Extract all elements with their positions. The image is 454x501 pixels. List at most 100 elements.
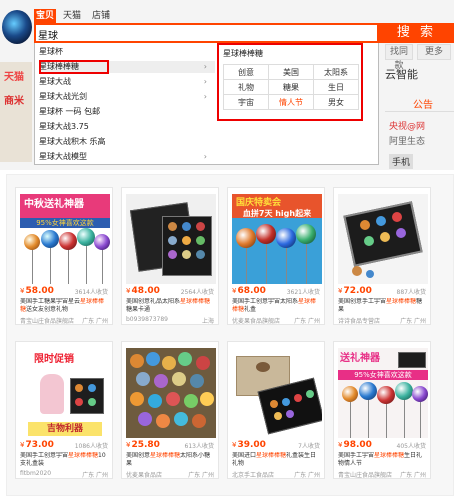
shop-name[interactable]: 优麦果食品店 <box>126 470 162 479</box>
sub-panel-title: 星球棒棒糖 <box>223 49 263 58</box>
planet <box>182 236 191 245</box>
shop-name[interactable]: 诗诗食品专营店 <box>338 316 380 325</box>
shop-name[interactable]: fitbm2020 <box>20 470 51 477</box>
planet-lollipop <box>377 386 395 404</box>
suggestion-item[interactable]: 星球杯 一码 包邮 <box>39 106 215 118</box>
product-image[interactable]: 中秋送礼神器 95%女神喜欢这款 <box>20 194 110 284</box>
sub-suggestion-cell[interactable]: 宇宙 <box>223 94 269 110</box>
sold-count: 1086人收货 <box>74 443 108 450</box>
search-input[interactable] <box>38 26 338 42</box>
candy <box>184 394 198 408</box>
stick <box>68 244 69 284</box>
find-same-button[interactable]: 找同款 <box>385 44 413 71</box>
tab-notice[interactable]: 公告 <box>413 96 433 111</box>
shop-name[interactable]: 优麦果食品旗舰店 <box>232 316 280 325</box>
product-title[interactable]: 美国手工创意宇宙太阳系星球棒棒糖礼盒 <box>232 298 322 314</box>
candy <box>196 356 210 370</box>
search-button[interactable]: 搜 索 <box>379 23 454 43</box>
tab-shop[interactable]: 店铺 <box>88 9 114 23</box>
shop-name[interactable]: 北京手工食品店 <box>232 470 274 479</box>
product-image[interactable]: 限时促销 吉物利器 <box>20 348 110 438</box>
search-box <box>34 23 379 43</box>
product-card[interactable]: ¥48.00 2564人收货 美国创意礼品太阳系星球棒棒糖糖果卡通 b09398… <box>121 187 219 325</box>
product-image[interactable]: 送礼神器 95%女神喜欢这款 <box>338 348 428 438</box>
suggestion-item[interactable]: 星球大战3.75 <box>39 121 215 133</box>
tab-tmall[interactable]: 天猫 <box>60 9 84 23</box>
candy <box>190 374 204 388</box>
product-price: ¥48.00 <box>126 286 160 296</box>
promo-title: 限时促销 <box>34 354 74 365</box>
sub-suggestion-cell[interactable]: 美国 <box>268 64 314 80</box>
shop-location: 广东 广州 <box>82 472 108 479</box>
notice-line[interactable]: 央视@网 <box>389 119 425 132</box>
more-button[interactable]: 更多 <box>417 44 451 60</box>
planet <box>196 250 205 259</box>
candy <box>162 356 176 370</box>
shop-name[interactable]: 青宝山庄食品旗舰店 <box>20 316 74 325</box>
sold-count: 887人收货 <box>396 289 426 296</box>
candy <box>146 352 160 366</box>
product-card[interactable]: 中秋送礼神器 95%女神喜欢这款 ¥58.00 3614人收货 美国手工糖果宇宙… <box>15 187 113 325</box>
product-price: ¥68.00 <box>232 286 266 296</box>
sub-suggestion-cell[interactable]: 礼物 <box>223 79 269 95</box>
product-title[interactable]: 美国创意手工宇宙星球棒棒糖糖果 <box>338 298 428 314</box>
sold-count: 3621人收货 <box>286 289 320 296</box>
product-card[interactable]: ¥39.00 7人收货 美国进口星球棒棒糖礼盒装生日礼物 北京手工食品店 广东 … <box>227 341 325 479</box>
planet <box>168 250 177 259</box>
product-image[interactable] <box>338 194 428 284</box>
planet <box>88 384 96 392</box>
sub-suggestion-cell[interactable]: 太阳系 <box>313 64 359 80</box>
left-banner[interactable]: 天猫 商米 <box>0 62 32 162</box>
chevron-right-icon: › <box>203 92 207 101</box>
suggestion-item[interactable]: 星球大战积木 乐高 <box>39 136 215 148</box>
planet-lollipop <box>77 228 95 246</box>
suggestion-item[interactable]: 星球大战模型 › <box>39 151 215 163</box>
product-title[interactable]: 美国创意礼品太阳系星球棒棒糖糖果卡通 <box>126 298 216 314</box>
product-title[interactable]: 美国创意星球棒棒糖太阳系小糖果 <box>126 452 216 468</box>
planet-lollipop <box>41 230 59 248</box>
planet-lollipop <box>236 228 256 248</box>
sub-suggestion-cell[interactable]: 男女 <box>313 94 359 110</box>
suggestion-item[interactable]: 星球杯 <box>39 46 215 58</box>
planet-lollipop <box>256 224 276 244</box>
chevron-right-icon: › <box>203 152 207 161</box>
candy <box>138 412 152 426</box>
bow-icon <box>256 362 270 372</box>
left-banner-text: 天猫 <box>4 72 24 83</box>
product-image[interactable]: 国庆特卖会 血拼7天 high起来 <box>232 194 322 284</box>
promo-title: 中秋送礼神器 <box>24 199 84 210</box>
notice-line[interactable]: 阿里生态 <box>389 134 425 147</box>
product-card[interactable]: 国庆特卖会 血拼7天 high起来 ¥68.00 3621人收货 美国手工创意宇… <box>227 187 325 325</box>
suggestion-item[interactable]: 星球大战 › <box>39 76 215 88</box>
product-card[interactable]: 限时促销 吉物利器 ¥73.00 1086人收货 美国手工创意宇宙星球棒棒糖10… <box>15 341 113 479</box>
product-card[interactable]: ¥72.00 887人收货 美国创意手工宇宙星球棒棒糖糖果 诗诗食品专营店 广东… <box>333 187 431 325</box>
product-title[interactable]: 美国进口星球棒棒糖礼盒装生日礼物 <box>232 452 322 468</box>
product-card[interactable]: 送礼神器 95%女神喜欢这款 ¥98.00 405人收货 美国手工宇宙星球棒棒糖… <box>333 341 431 479</box>
product-image[interactable] <box>126 348 216 438</box>
suggestion-item[interactable]: 星球大战光剑 › <box>39 91 215 103</box>
planet-lollipop <box>412 386 428 402</box>
sub-suggestion-cell[interactable]: 创意 <box>223 64 269 80</box>
product-title[interactable]: 美国手工创意宇宙星球棒棒糖10支礼盒装 <box>20 452 110 468</box>
candy <box>174 412 188 426</box>
sub-suggestion-cell[interactable]: 糖果 <box>268 79 314 95</box>
planet <box>75 398 83 406</box>
product-image[interactable] <box>232 348 322 438</box>
tab-baobei[interactable]: 宝贝 <box>34 9 56 23</box>
planet <box>75 384 83 392</box>
nav-label[interactable]: 云智能 <box>385 66 418 82</box>
shop-name[interactable]: b0939873789 <box>126 316 168 323</box>
sub-suggestion-cell[interactable]: 生日 <box>313 79 359 95</box>
product-image[interactable] <box>126 194 216 284</box>
notice-line[interactable]: 手机 <box>389 154 414 169</box>
product-title[interactable]: 美国手工宇宙星球棒棒糖生日礼物情人节 <box>338 452 428 468</box>
planet-lollipop <box>296 224 316 244</box>
product-title[interactable]: 美国手工糖果宇宙星云星球棒棒糖送女友创意礼物 <box>20 298 110 314</box>
stick <box>286 244 287 284</box>
product-card[interactable]: ¥25.80 613人收货 美国创意星球棒棒糖太阳系小糖果 优麦果食品店 广东 … <box>121 341 219 479</box>
suggestion-label: 星球大战积木 乐高 <box>39 137 106 146</box>
candy <box>166 392 180 406</box>
shop-name[interactable]: 青宝山庄食品旗舰店 <box>338 470 392 479</box>
sub-suggestion-cell-hot[interactable]: 情人节 <box>268 94 314 110</box>
site-logo[interactable] <box>2 10 32 44</box>
